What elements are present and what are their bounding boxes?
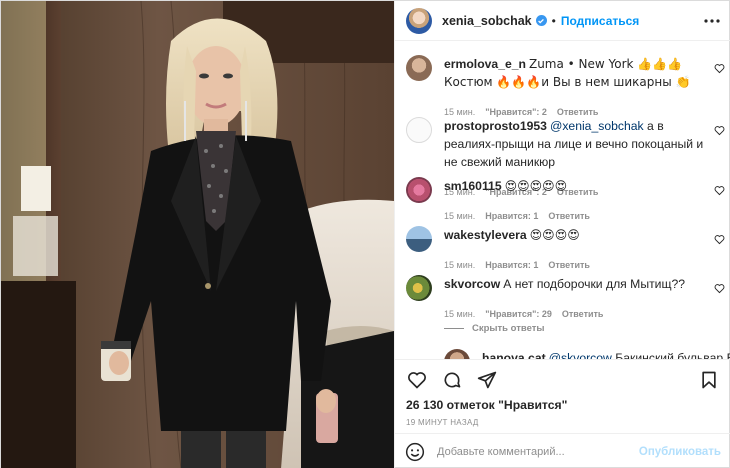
hide-replies-label: Скрыть ответы — [472, 323, 545, 334]
like-comment-heart-icon[interactable] — [714, 232, 725, 245]
commenter-avatar[interactable] — [406, 55, 432, 81]
comment-meta: 15 мин. "Нравится": 29 Ответить — [444, 305, 710, 323]
separator-dot: • — [551, 13, 556, 28]
commenter-username[interactable]: hanova.cat — [482, 351, 546, 359]
verified-badge-icon — [535, 15, 547, 26]
comment-text: А нет подборочки для Мытищ?? — [503, 277, 686, 291]
like-comment-heart-icon[interactable] — [714, 123, 725, 136]
author-username[interactable]: xenia_sobchak — [442, 14, 532, 28]
comment-text: 😍😍😍😍 — [529, 228, 580, 242]
commenter-avatar[interactable] — [444, 349, 470, 359]
replies-line-divider — [444, 328, 464, 329]
like-comment-heart-icon[interactable] — [714, 183, 725, 196]
commenter-username[interactable]: prostoprosto1953 — [444, 119, 547, 133]
post-time-ago: 19 минут назад — [406, 418, 479, 427]
commenter-avatar[interactable] — [406, 226, 432, 252]
comment-meta: 15 мин. Нравится: 1 Ответить — [444, 207, 710, 225]
reply-button[interactable]: Ответить — [548, 207, 590, 225]
commenter-avatar[interactable] — [406, 275, 432, 301]
reply-button[interactable]: Ответить — [548, 256, 590, 274]
comment-meta: 15 мин. Нравится: 1 Ответить — [444, 256, 710, 274]
comment-item: ermolova_e_n Zuma • New York 👍👍👍 Костюм 🔥… — [406, 55, 730, 121]
comment-item: sm160115 😍😍😍😍😍 15 мин. Нравится: 1 Ответи… — [406, 177, 730, 225]
like-comment-heart-icon[interactable] — [714, 281, 725, 294]
publish-button[interactable]: Опубликовать — [639, 446, 721, 458]
comment-mention[interactable]: @skvorcow — [549, 351, 612, 359]
comment-item: wakestylevera 😍😍😍😍 15 мин. Нравится: 1 От… — [406, 226, 730, 274]
comment-mention[interactable]: @xenia_sobchak — [550, 119, 644, 133]
likes-count[interactable]: 26 130 отметок "Нравится" — [395, 398, 730, 412]
reply-comment-item: hanova.cat@skvorcow Бакинский бульвар Ве… — [444, 349, 730, 359]
post-sidebar: xenia_sobchak • Подписаться ermolova_e_n… — [394, 1, 730, 468]
add-comment-bar: Опубликовать — [395, 433, 730, 468]
comment-likes[interactable]: Нравится: 1 — [485, 256, 538, 274]
post-photo[interactable] — [1, 1, 394, 468]
commenter-avatar[interactable] — [406, 177, 432, 203]
post-header: xenia_sobchak • Подписаться — [395, 1, 730, 41]
hide-replies-toggle[interactable]: Скрыть ответы — [444, 323, 545, 334]
commenter-username[interactable]: sm160115 — [444, 179, 502, 193]
comment-text: Бакинский бульвар Веранда — [615, 351, 730, 359]
like-heart-icon[interactable] — [406, 369, 428, 391]
author-avatar[interactable] — [406, 7, 432, 34]
comment-item: skvorcow А нет подборочки для Мытищ?? 15 … — [406, 275, 730, 323]
commenter-username[interactable]: ermolova_e_n — [444, 57, 526, 71]
commenter-username[interactable]: wakestylevera — [444, 228, 527, 242]
comment-bubble-icon[interactable] — [441, 369, 463, 391]
commenter-username[interactable]: skvorcow — [444, 277, 500, 291]
comment-time: 15 мин. — [444, 260, 476, 270]
action-icons-row — [395, 360, 730, 400]
more-options-icon[interactable] — [703, 12, 721, 30]
emoji-smiley-icon[interactable] — [405, 442, 425, 462]
save-bookmark-icon[interactable] — [698, 369, 720, 391]
comment-time: 15 мин. — [444, 309, 476, 319]
share-paper-plane-icon[interactable] — [476, 369, 498, 391]
like-comment-heart-icon[interactable] — [714, 61, 725, 74]
comment-text: 😍😍😍😍😍 — [504, 179, 568, 193]
comment-likes[interactable]: Нравится: 1 — [485, 207, 538, 225]
follow-button[interactable]: Подписаться — [561, 14, 639, 28]
comment-likes[interactable]: "Нравится": 29 — [485, 305, 552, 323]
commenter-avatar[interactable] — [406, 117, 432, 143]
post-actions: 26 130 отметок "Нравится" 19 минут назад — [395, 359, 730, 427]
reply-button[interactable]: Ответить — [562, 305, 604, 323]
comment-input[interactable] — [437, 445, 639, 458]
comments-list: ermolova_e_n Zuma • New York 👍👍👍 Костюм 🔥… — [395, 41, 730, 359]
post-modal: xenia_sobchak • Подписаться ermolova_e_n… — [0, 0, 730, 468]
comment-time: 15 мин. — [444, 211, 476, 221]
